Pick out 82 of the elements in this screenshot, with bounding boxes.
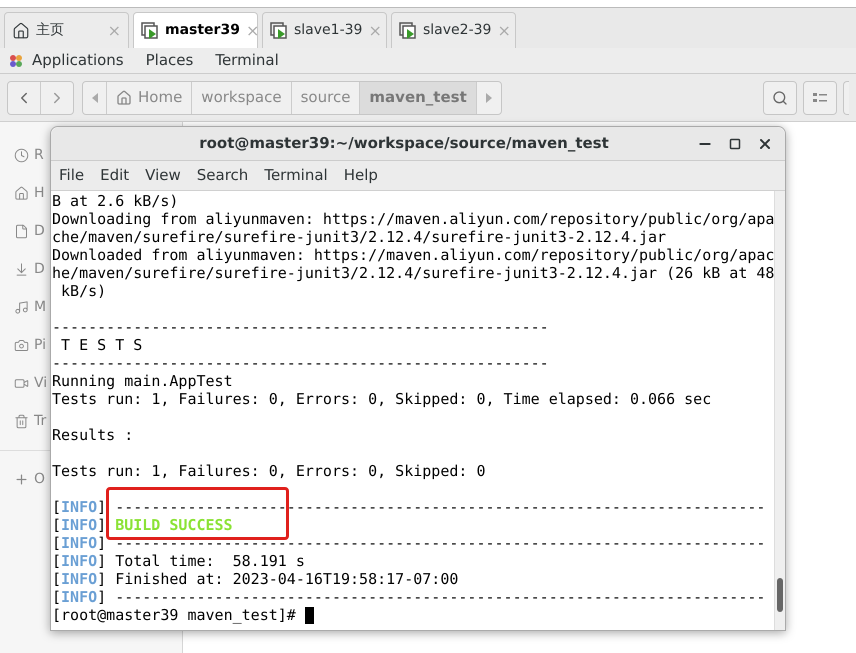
home-icon: [116, 90, 132, 106]
tab-label: master39: [165, 21, 240, 40]
menu-item[interactable]: Help: [344, 164, 378, 187]
terminal-line: -------------------------------------------------------: [52, 318, 549, 336]
sidebar-item[interactable]: D: [34, 220, 45, 242]
terminal-line: che/maven/surefire/surefire-junit3/2.12.4/surefire-junit3-2.12.4.jar: [52, 228, 666, 246]
log-level-tag: [INFO]: [52, 588, 106, 606]
scrollbar-thumb[interactable]: [777, 578, 784, 612]
plus-icon: [14, 472, 29, 487]
tab-label: slave2-39: [423, 21, 492, 40]
session-tab[interactable]: slave1-39 ×: [262, 12, 387, 48]
tab-label: slave1-39: [294, 21, 362, 40]
top-menu-item[interactable]: Applications: [32, 49, 124, 72]
sidebar-item[interactable]: H: [34, 182, 45, 204]
terminal-line: ------------------------------------------------------------------------: [114, 534, 766, 552]
cursor: [304, 606, 314, 624]
tab-close-button[interactable]: ×: [246, 18, 260, 42]
trash-icon: [14, 414, 29, 428]
terminal-line: Downloading from aliyunmaven: https://maven.aliyun.com/repository/public/org/apa: [52, 210, 774, 228]
path-button[interactable]: maven_test: [360, 82, 477, 114]
camera-icon: [14, 338, 29, 352]
sidebar-item[interactable]: R: [34, 144, 44, 166]
home-icon: [14, 186, 29, 200]
terminal-line: B at 2.6 kB/s): [52, 192, 178, 210]
menu-item[interactable]: View: [145, 164, 181, 187]
remote-desktop-icon: [399, 22, 417, 40]
sidebar-item[interactable]: Tr: [34, 410, 46, 432]
apps-icon: [8, 52, 24, 68]
remote-desktop-icon: [141, 22, 159, 40]
terminal-line: Tests run: 1, Failures: 0, Errors: 0, Skipped: 0, Time elapsed: 0.066 sec: [52, 390, 712, 408]
top-menu-item[interactable]: Terminal: [215, 49, 279, 72]
menu-item[interactable]: File: [59, 164, 84, 187]
session-tab[interactable]: slave2-39 ×: [391, 12, 516, 48]
path-button[interactable]: Home: [107, 82, 192, 114]
sidebar-item[interactable]: Vi: [34, 372, 48, 394]
session-tab[interactable]: 主页 ×: [4, 12, 129, 48]
remote-desktop-icon: [270, 22, 288, 40]
log-level-tag: [INFO]: [52, 516, 106, 534]
terminal-line: he/maven/surefire/surefire-junit3/2.12.4/surefire-junit3-2.12.4.jar (26 kB at 48: [52, 264, 774, 282]
log-level-tag: [INFO]: [52, 534, 106, 552]
terminal-line: Finished at: 2023-04-16T19:58:17-07:00: [114, 570, 458, 588]
maximize-button[interactable]: [729, 138, 741, 150]
tab-close-button[interactable]: ×: [368, 18, 382, 42]
top-menu-item[interactable]: Places: [146, 49, 194, 72]
search-button[interactable]: [763, 80, 797, 114]
log-level-tag: [INFO]: [52, 570, 106, 588]
terminal-line: -------------------------------------------------------: [52, 354, 549, 372]
menu-item[interactable]: Edit: [100, 164, 130, 187]
sidebar-item[interactable]: Pi: [34, 334, 46, 356]
sidebar-item[interactable]: O: [34, 469, 46, 490]
tab-label: 主页: [36, 21, 65, 40]
music-note-icon: [14, 300, 29, 314]
log-level-tag: [INFO]: [52, 552, 106, 570]
list-view-icon: [813, 92, 827, 102]
terminal-line: T E S T S: [60, 336, 142, 354]
menu-item[interactable]: Search: [196, 164, 248, 187]
left-triangle-icon: [92, 92, 98, 102]
search-icon: [772, 90, 788, 106]
file-icon: [14, 224, 29, 238]
terminal-line: Tests run: 1, Failures: 0, Errors: 0, Skipped: 0: [52, 462, 486, 480]
sidebar-item[interactable]: D: [34, 258, 45, 280]
log-level-tag: [INFO]: [52, 498, 106, 516]
shell-prompt: [root@master39 maven_test]#: [52, 606, 297, 624]
clock-icon: [14, 148, 29, 162]
view-options-button[interactable]: [803, 80, 837, 114]
session-tab[interactable]: master39 ×: [133, 12, 258, 48]
window-title: root@master39:~/workspace/source/maven_test: [198, 133, 610, 154]
terminal-line: Results :: [52, 426, 134, 444]
terminal-line: Downloaded from aliyunmaven: https://maven.aliyun.com/repository/public/org/apac: [52, 246, 774, 264]
terminal-line: Total time: 58.191 s: [114, 552, 305, 570]
menu-item[interactable]: Terminal: [264, 164, 328, 187]
terminal-line: Running main.AppTest: [52, 372, 233, 390]
download-icon: [14, 262, 29, 276]
tab-close-button[interactable]: ×: [108, 18, 121, 42]
path-button[interactable]: workspace: [192, 82, 292, 114]
sidebar-item[interactable]: M: [34, 296, 46, 318]
right-triangle-icon: [486, 92, 492, 102]
tab-close-button[interactable]: ×: [497, 18, 511, 42]
terminal-line: ------------------------------------------------------------------------: [114, 588, 766, 606]
terminal-line: BUILD SUCCESS: [115, 516, 233, 534]
terminal-line: kB/s): [60, 282, 106, 300]
home-icon: [12, 22, 30, 40]
